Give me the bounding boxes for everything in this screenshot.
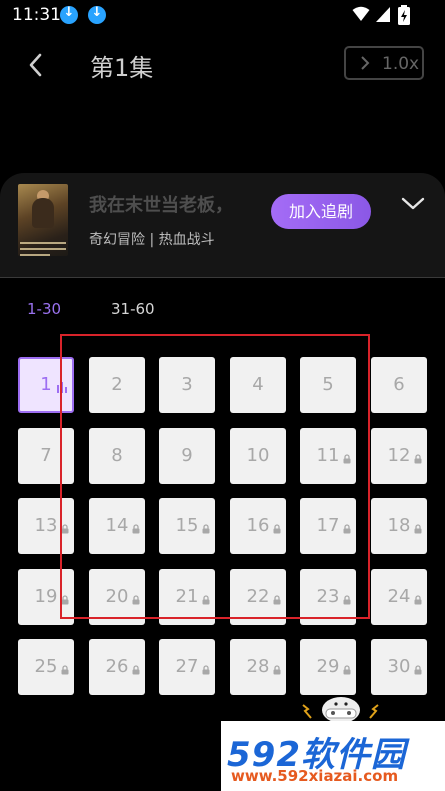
episode-number: 25 xyxy=(34,656,58,677)
episode-button-18[interactable]: 18 xyxy=(371,498,427,554)
episode-number: 18 xyxy=(387,515,411,536)
show-tags: 奇幻冒险 | 热血战斗 xyxy=(89,232,215,248)
episode-button-30[interactable]: 30 xyxy=(371,639,427,695)
highlight-box xyxy=(60,334,370,619)
tab-range-1-30[interactable]: 1-30 xyxy=(27,300,61,318)
playback-speed-label: 1.0x xyxy=(382,54,420,74)
episode-button-27[interactable]: 27 xyxy=(159,639,215,695)
episode-number: 1 xyxy=(40,374,52,395)
episode-button-29[interactable]: 29 xyxy=(300,639,356,695)
watermark-url: www.592xiazai.com xyxy=(231,767,399,785)
episode-button-25[interactable]: 25 xyxy=(18,639,74,695)
chevron-right-icon xyxy=(358,52,372,79)
lock-icon xyxy=(272,642,282,675)
lock-icon xyxy=(413,572,423,605)
lock-icon xyxy=(131,642,141,675)
lock-icon xyxy=(342,642,352,675)
show-title: 我在末世当老板， xyxy=(89,195,233,216)
episode-button-12[interactable]: 12 xyxy=(371,428,427,484)
episode-number: 27 xyxy=(175,656,199,677)
episode-button-26[interactable]: 26 xyxy=(89,639,145,695)
lock-icon xyxy=(60,642,70,675)
wifi-icon xyxy=(352,6,370,21)
episode-number: 6 xyxy=(393,374,405,395)
lock-icon xyxy=(413,431,423,464)
signal-icon xyxy=(376,7,390,22)
episode-button-24[interactable]: 24 xyxy=(371,569,427,625)
episode-number: 26 xyxy=(105,656,129,677)
show-info-card: 我在末世当老板， 奇幻冒险 | 热血战斗 加入追剧 xyxy=(0,173,445,278)
status-bar: 11:31 xyxy=(0,0,445,30)
chevron-down-icon[interactable] xyxy=(400,195,426,213)
status-time: 11:31 xyxy=(12,5,61,25)
lock-icon xyxy=(413,642,423,675)
lock-icon xyxy=(201,642,211,675)
show-poster[interactable] xyxy=(18,184,68,256)
download-icon xyxy=(60,5,78,24)
playback-speed-button[interactable]: 1.0x xyxy=(344,46,424,80)
add-to-watchlist-button[interactable]: 加入追剧 xyxy=(271,194,371,229)
tab-range-31-60[interactable]: 31-60 xyxy=(111,300,155,318)
episode-number: 19 xyxy=(34,586,58,607)
divider xyxy=(0,277,445,278)
mascot-icon xyxy=(302,697,379,723)
episode-number: 24 xyxy=(387,586,411,607)
episode-number: 13 xyxy=(34,515,58,536)
download-icon xyxy=(88,5,106,24)
episode-button-6[interactable]: 6 xyxy=(371,357,427,413)
back-button[interactable] xyxy=(22,48,50,82)
episode-number: 29 xyxy=(316,656,340,677)
site-watermark: 592软件园 www.592xiazai.com xyxy=(221,721,445,791)
episode-number: 28 xyxy=(246,656,270,677)
episode-number: 30 xyxy=(387,656,411,677)
lock-icon xyxy=(413,501,423,534)
episode-button-28[interactable]: 28 xyxy=(230,639,286,695)
battery-icon xyxy=(398,5,410,25)
episode-title: 第1集 xyxy=(90,54,154,82)
episode-number: 12 xyxy=(387,445,411,466)
episode-number: 7 xyxy=(40,445,52,466)
